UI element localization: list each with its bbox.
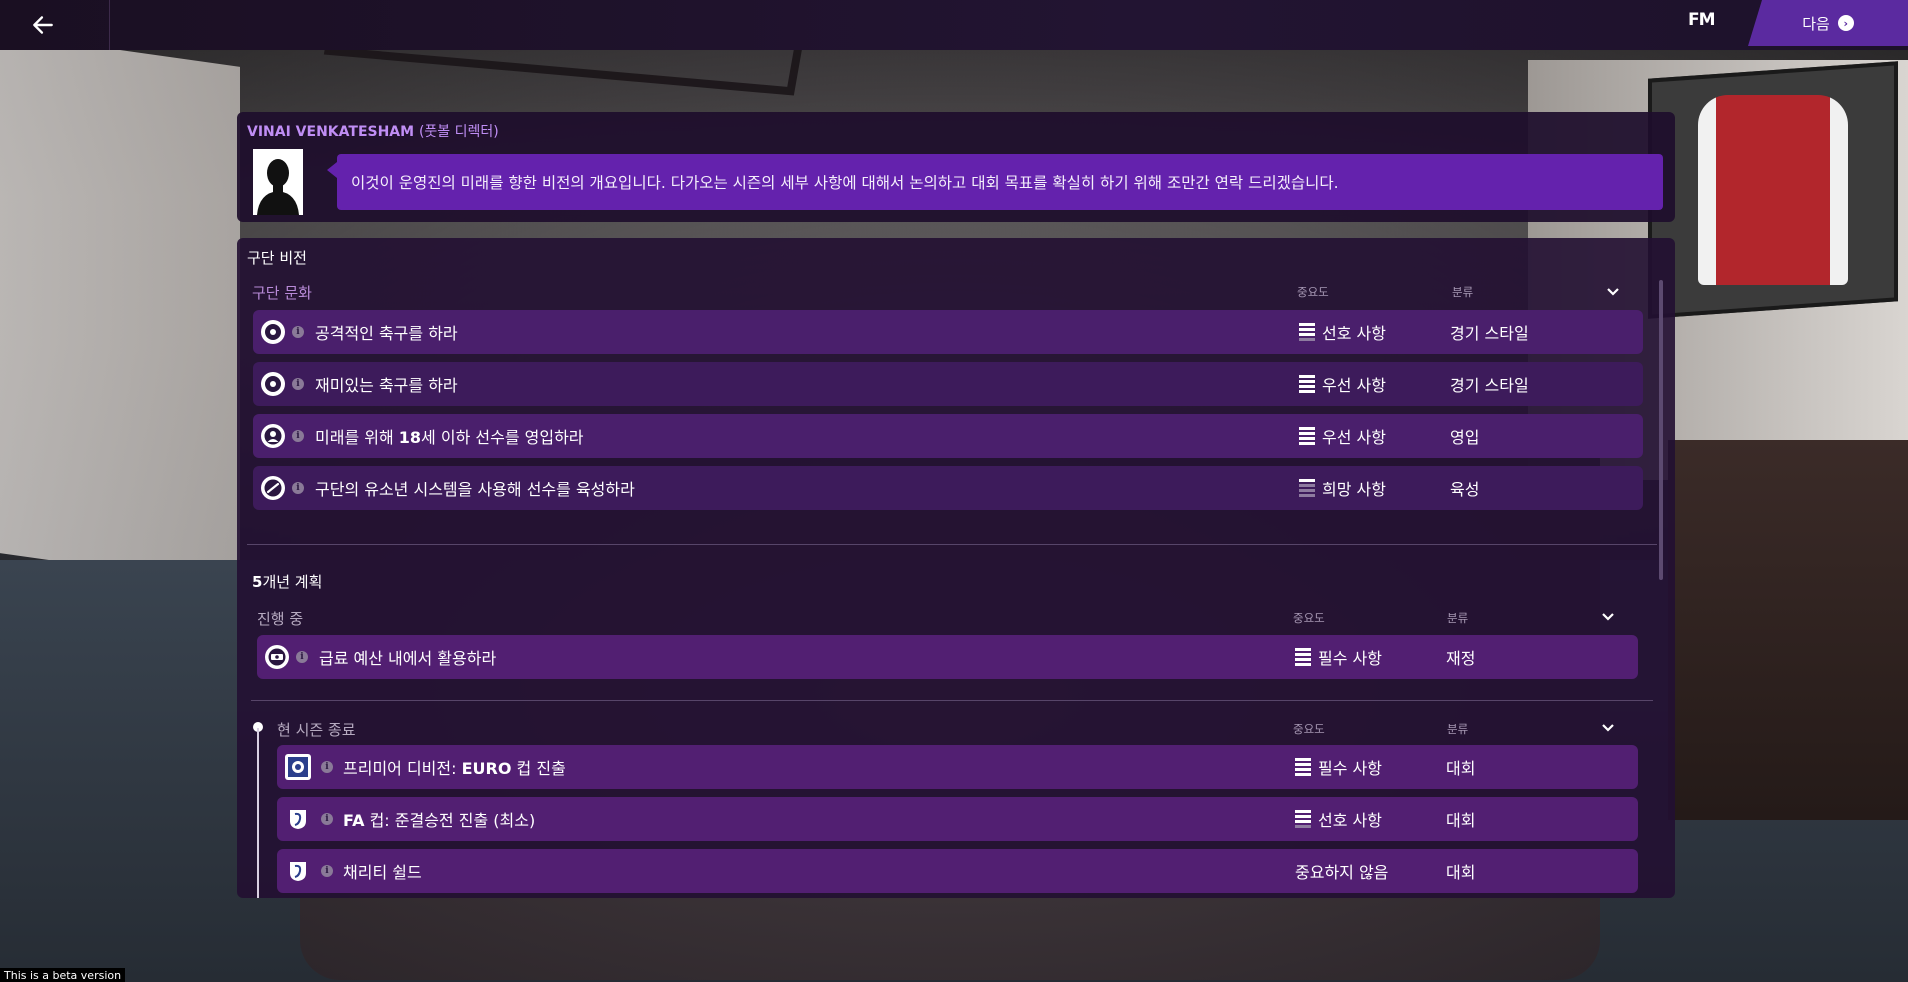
importance-value: 희망 사항: [1322, 480, 1386, 499]
scrollbar[interactable]: [1659, 280, 1663, 580]
importance-value: 선호 사항: [1322, 324, 1386, 343]
list-item[interactable]: i 급료 예산 내에서 활용하라 필수 사항 재정: [257, 635, 1638, 679]
importance-bars-icon: [1295, 810, 1311, 828]
objective-label: 미래를 위해 18세 이하 선수를 영입하라: [315, 428, 584, 447]
background-cabinet: [1668, 440, 1908, 820]
importance-value: 중요하지 않음: [1295, 863, 1389, 882]
importance-bars-icon: [1295, 758, 1311, 776]
ball-icon: [261, 320, 285, 344]
importance-value: 필수 사항: [1318, 649, 1382, 668]
importance-bars-icon: [1299, 479, 1315, 497]
in-progress-heading: 진행 중: [257, 610, 304, 628]
chevron-down-icon[interactable]: [1600, 608, 1616, 624]
shield-badge-icon: [285, 858, 311, 884]
cup-badge-icon: [285, 806, 311, 832]
category-value: 경기 스타일: [1450, 324, 1529, 343]
director-role: (풋볼 디렉터): [418, 124, 499, 140]
objective-label: 급료 예산 내에서 활용하라: [319, 649, 497, 668]
fm-logo: FM: [1688, 10, 1716, 30]
info-icon[interactable]: i: [292, 430, 304, 442]
category-column-header: 분류: [1452, 285, 1474, 299]
objective-label: 구단의 유소년 시스템을 사용해 선수를 육성하라: [315, 480, 635, 499]
beta-notice: This is a beta version: [0, 968, 126, 982]
objective-label: 재미있는 축구를 하라: [315, 376, 458, 395]
whistle-icon: [261, 476, 285, 500]
timeline-line: [257, 728, 259, 898]
list-item[interactable]: i 재미있는 축구를 하라 우선 사항 경기 스타일: [253, 362, 1643, 406]
importance-bars-icon: [1299, 427, 1315, 445]
director-name: VINAI VENKATESHAM (풋볼 디렉터): [247, 121, 499, 141]
top-bar: FM 다음 ›: [0, 0, 1908, 50]
back-arrow-icon: [33, 16, 53, 34]
chevron-right-icon: ›: [1837, 15, 1854, 31]
list-item[interactable]: i 프리미어 디비전: EURO 컵 진출 필수 사항 대회: [277, 745, 1638, 789]
next-button-label: 다음: [1802, 14, 1830, 33]
club-vision-panel: 구단 비전 구단 문화 중요도 분류 i 공격적인 축구를 하라 선호 사항 경…: [237, 238, 1675, 898]
person-icon: [261, 424, 285, 448]
category-value: 대회: [1446, 811, 1476, 830]
back-button[interactable]: [0, 0, 110, 50]
category-value: 영입: [1450, 428, 1480, 447]
list-item[interactable]: i FA 컵: 준결승전 진출 (최소) 선호 사항 대회: [277, 797, 1638, 841]
league-badge-icon: [285, 754, 311, 780]
importance-value: 필수 사항: [1318, 759, 1382, 778]
objective-label: 채리티 쉴드: [343, 863, 422, 882]
objective-label: 공격적인 축구를 하라: [315, 324, 458, 343]
director-message: VINAI VENKATESHAM (풋볼 디렉터) 이것이 운영진의 미래를 …: [237, 112, 1675, 222]
category-column-header: 분류: [1447, 611, 1469, 625]
importance-bars-icon: [1295, 648, 1311, 666]
importance-column-header: 중요도: [1297, 285, 1329, 299]
background-shirt: [1698, 95, 1848, 285]
objective-label: 프리미어 디비전: EURO 컵 진출: [343, 759, 566, 778]
avatar: [253, 149, 303, 215]
info-icon[interactable]: i: [292, 378, 304, 390]
objective-label: FA 컵: 준결승전 진출 (최소): [343, 811, 536, 830]
info-icon[interactable]: i: [296, 651, 308, 663]
category-value: 재정: [1446, 649, 1476, 668]
importance-column-header: 중요도: [1293, 611, 1325, 625]
list-item[interactable]: i 구단의 유소년 시스템을 사용해 선수를 육성하라 희망 사항 육성: [253, 466, 1643, 510]
importance-value: 선호 사항: [1318, 811, 1382, 830]
chevron-down-icon[interactable]: [1605, 283, 1621, 299]
info-icon[interactable]: i: [321, 761, 333, 773]
importance-value: 우선 사항: [1322, 428, 1386, 447]
category-value: 육성: [1450, 480, 1480, 499]
category-column-header: 분류: [1447, 722, 1469, 736]
importance-column-header: 중요도: [1293, 722, 1325, 736]
importance-bars-icon: [1299, 375, 1315, 393]
list-item[interactable]: i 채리티 쉴드 중요하지 않음 대회: [277, 849, 1638, 893]
importance-value: 우선 사항: [1322, 376, 1386, 395]
club-vision-title: 구단 비전: [247, 249, 307, 267]
info-icon[interactable]: i: [321, 865, 333, 877]
category-value: 대회: [1446, 863, 1476, 882]
chevron-down-icon[interactable]: [1600, 719, 1616, 735]
five-year-plan-title: 5개년 계획: [252, 573, 323, 591]
info-icon[interactable]: i: [321, 813, 333, 825]
ball-icon: [261, 372, 285, 396]
importance-bars-icon: [1299, 323, 1315, 341]
category-value: 대회: [1446, 759, 1476, 778]
section-divider: [247, 544, 1657, 545]
background-wall: [0, 33, 240, 587]
section-divider: [251, 700, 1653, 701]
list-item[interactable]: i 미래를 위해 18세 이하 선수를 영입하라 우선 사항 영입: [253, 414, 1643, 458]
director-name-text: VINAI VENKATESHAM: [247, 124, 415, 140]
season-end-heading: 현 시즌 종료: [277, 721, 356, 739]
list-item[interactable]: i 공격적인 축구를 하라 선호 사항 경기 스타일: [253, 310, 1643, 354]
message-bubble: 이것이 운영진의 미래를 향한 비전의 개요입니다. 다가오는 시즌의 세부 사…: [327, 154, 1663, 210]
money-icon: [265, 645, 289, 669]
category-value: 경기 스타일: [1450, 376, 1529, 395]
info-icon[interactable]: i: [292, 326, 304, 338]
next-button[interactable]: 다음 ›: [1748, 0, 1908, 46]
info-icon[interactable]: i: [292, 482, 304, 494]
club-culture-heading: 구단 문화: [252, 284, 312, 302]
